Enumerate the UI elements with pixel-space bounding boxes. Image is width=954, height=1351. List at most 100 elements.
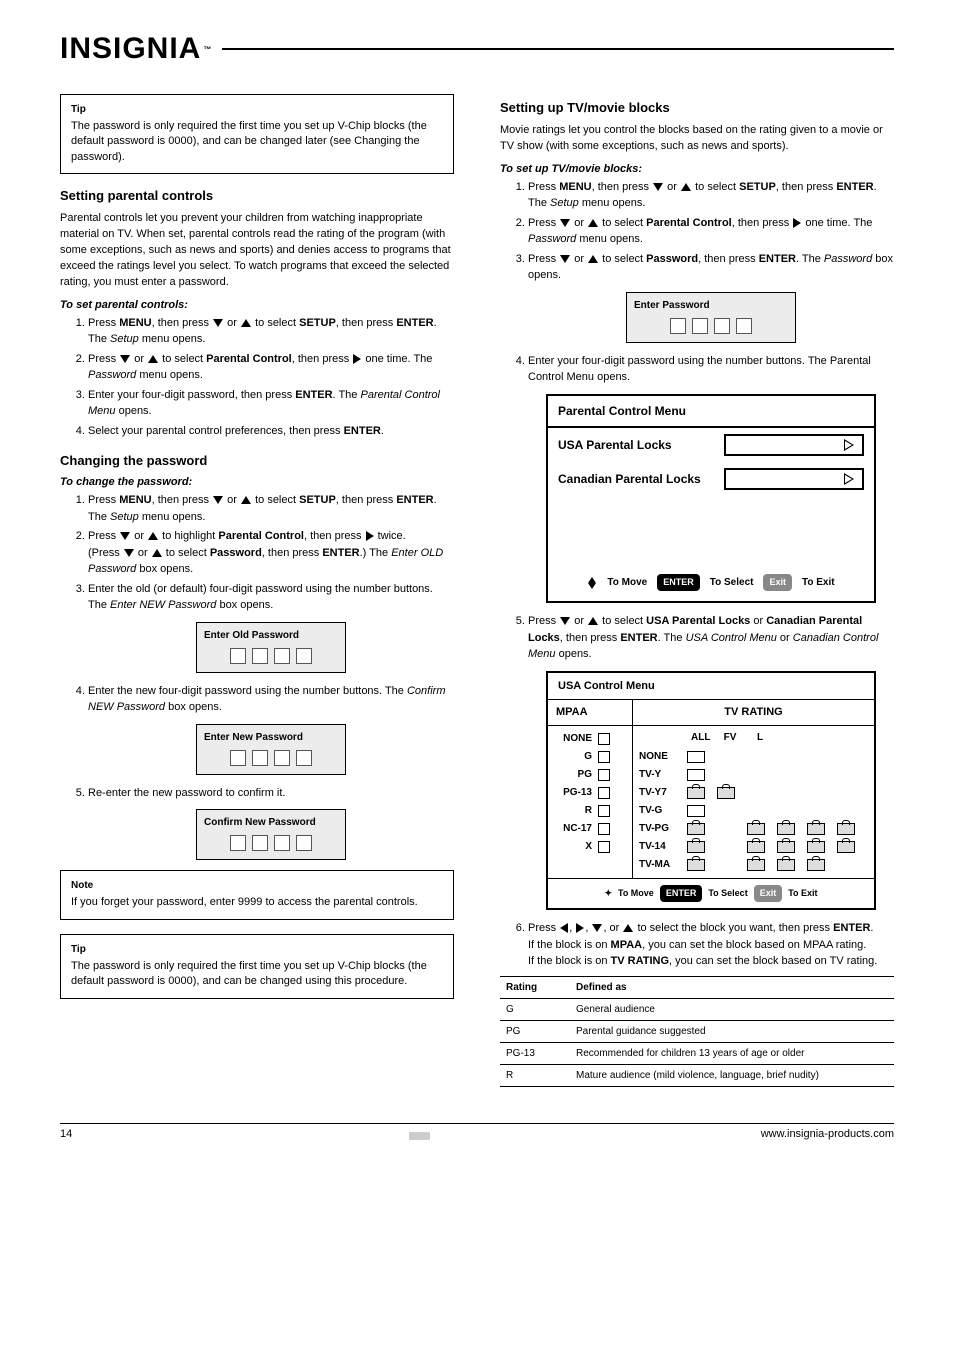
subhead-to-set-parental: To set parental controls: — [60, 299, 454, 311]
checkbox-icon — [598, 823, 610, 835]
checkbox-icon — [598, 733, 610, 745]
list-item: Enter the old (or default) four-digit pa… — [88, 581, 454, 673]
tip-body: The password is only required the first … — [71, 119, 443, 165]
list-item: Re-enter the new password to confirm it.… — [88, 785, 454, 861]
checkbox-icon — [687, 805, 705, 817]
tv-label: TV-G — [639, 803, 679, 818]
table-header: Rating — [500, 976, 570, 998]
menu-row-canadian: Canadian Parental Locks — [548, 462, 874, 496]
mpaa-header: MPAA — [548, 700, 633, 725]
tv-rating-column: ALL FV L NONE TV-Y TV-Y7 TV-G TV-PG TV-1… — [633, 726, 874, 878]
list-item: Select your parental control preferences… — [88, 423, 454, 440]
subhead-to-set-blocks: To set up TV/movie blocks: — [500, 163, 894, 175]
list-item: Press MENU, then press or to select SETU… — [528, 179, 894, 212]
up-triangle-icon — [588, 255, 598, 263]
mpaa-label: NC-17 — [554, 821, 592, 836]
right-triangle-icon — [576, 923, 584, 933]
heading-parental-controls: Setting parental controls — [60, 188, 454, 203]
lock-icon — [777, 841, 795, 853]
lock-icon — [687, 787, 705, 799]
down-triangle-icon — [213, 496, 223, 504]
tip-box-1: Tip The password is only required the fi… — [60, 94, 454, 174]
mpaa-label: X — [554, 839, 592, 854]
lock-icon — [777, 823, 795, 835]
tip-box-2: Tip The password is only required the fi… — [60, 934, 454, 999]
menu-row-usa: USA Parental Locks — [548, 428, 874, 462]
enter-old-password-screen: Enter Old Password — [196, 622, 346, 673]
list-item: Press or to select Parental Control, the… — [88, 351, 454, 384]
logo-text: INSIGNIA — [60, 32, 201, 66]
down-triangle-icon — [560, 255, 570, 263]
mpaa-label: R — [554, 803, 592, 818]
lock-icon — [747, 859, 765, 871]
checkbox-icon — [598, 769, 610, 781]
menu-item-label: Canadian Parental Locks — [558, 470, 701, 488]
mpaa-label: PG-13 — [554, 785, 592, 800]
right-column: Setting up TV/movie blocks Movie ratings… — [500, 86, 894, 1097]
lock-icon — [837, 823, 855, 835]
footer-label: To Exit — [788, 887, 817, 901]
screen-title: Enter New Password — [204, 730, 338, 745]
tip-title: Tip — [71, 103, 443, 117]
page-root: INSIGNIA ™ Tip The password is only requ… — [0, 0, 954, 1351]
password-squares — [634, 318, 788, 334]
mpaa-column: NONE G PG PG-13 R NC-17 X — [548, 726, 633, 878]
down-triangle-icon — [124, 549, 134, 557]
exit-key-icon: Exit — [754, 885, 783, 903]
tip-body: The password is only required the first … — [71, 959, 443, 990]
steps-change-password: Press MENU, then press or to select SETU… — [88, 492, 454, 860]
footer-label: To Move — [607, 575, 647, 590]
exit-key-icon: Exit — [763, 574, 792, 592]
usa-control-menu-screenshot: USA Control Menu MPAA TV RATING NONE G P… — [546, 671, 876, 911]
table-row: PG-13Recommended for children 13 years o… — [500, 1042, 894, 1064]
screen-title: Enter Password — [634, 298, 788, 313]
table-row: PGParental guidance suggested — [500, 1020, 894, 1042]
footer-label: To Exit — [802, 575, 835, 590]
right-triangle-icon — [793, 218, 801, 228]
list-item: Enter the new four-digit password using … — [88, 683, 454, 775]
steps-set-blocks: Press MENU, then press or to select SETU… — [528, 179, 894, 970]
lock-icon — [687, 823, 705, 835]
lock-icon — [687, 841, 705, 853]
page-number: 14 — [60, 1128, 72, 1140]
step-text: Enter your four-digit password using the… — [528, 355, 871, 384]
lock-icon — [687, 859, 705, 871]
heading-changing-password: Changing the password — [60, 453, 454, 468]
list-item: Press or to select Password, then press … — [528, 251, 894, 343]
right-triangle-icon — [366, 531, 374, 541]
up-triangle-icon — [623, 924, 633, 932]
tv-label: TV-MA — [639, 857, 679, 872]
list-item: Enter your four-digit password using the… — [528, 353, 894, 604]
tip-title: Tip — [71, 943, 443, 957]
tv-label: TV-14 — [639, 839, 679, 854]
lock-icon — [777, 859, 795, 871]
note-box-forgot-password: Note If you forget your password, enter … — [60, 870, 454, 919]
para-movie-ratings: Movie ratings let you control the blocks… — [500, 123, 894, 155]
checkbox-icon — [598, 751, 610, 763]
down-triangle-icon — [653, 183, 663, 191]
ratings-table: Rating Defined as GGeneral audience PGPa… — [500, 976, 894, 1087]
lock-icon — [717, 787, 735, 799]
list-item: Press MENU, then press or to select SETU… — [88, 492, 454, 525]
table-header: Defined as — [570, 976, 894, 998]
decorative-wave-icon — [381, 1132, 451, 1140]
page-footer: 14 www.insignia-products.com — [60, 1128, 894, 1140]
footer-label: To Move — [618, 887, 654, 901]
tv-rating-columns-header: ALL FV L — [639, 730, 868, 748]
tv-label: TV-PG — [639, 821, 679, 836]
down-triangle-icon — [560, 617, 570, 625]
lock-icon — [747, 823, 765, 835]
enter-new-password-screen: Enter New Password — [196, 724, 346, 775]
menu-field — [724, 434, 864, 456]
tv-label: NONE — [639, 749, 679, 764]
list-item: Press or to select Parental Control, the… — [528, 215, 894, 248]
list-item: Enter your four-digit password, then pre… — [88, 387, 454, 420]
two-column-layout: Tip The password is only required the fi… — [60, 86, 894, 1097]
chevron-right-icon — [844, 473, 854, 485]
down-triangle-icon — [120, 355, 130, 363]
screen-title: Confirm New Password — [204, 815, 338, 830]
footer-label: To Select — [708, 887, 747, 901]
checkbox-icon — [687, 751, 705, 763]
left-column: Tip The password is only required the fi… — [60, 86, 454, 1097]
updown-icon — [587, 577, 597, 589]
